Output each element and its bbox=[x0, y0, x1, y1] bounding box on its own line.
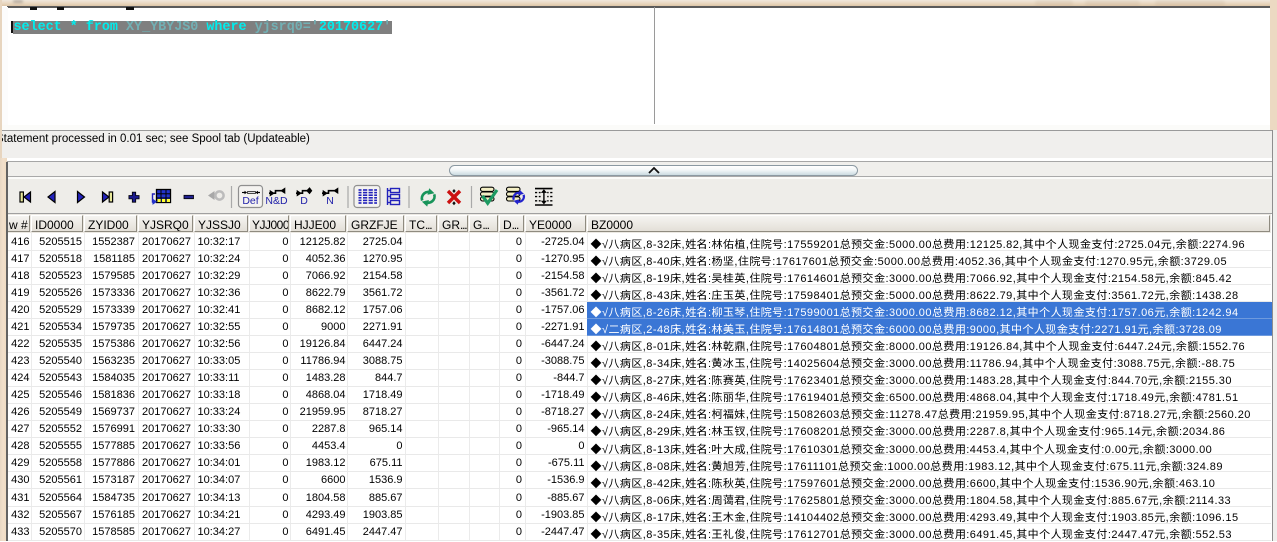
svg-text:D: D bbox=[300, 195, 308, 207]
svg-text:N&D: N&D bbox=[265, 195, 288, 207]
svg-text:N: N bbox=[326, 195, 334, 207]
svg-text:Def: Def bbox=[242, 195, 258, 207]
